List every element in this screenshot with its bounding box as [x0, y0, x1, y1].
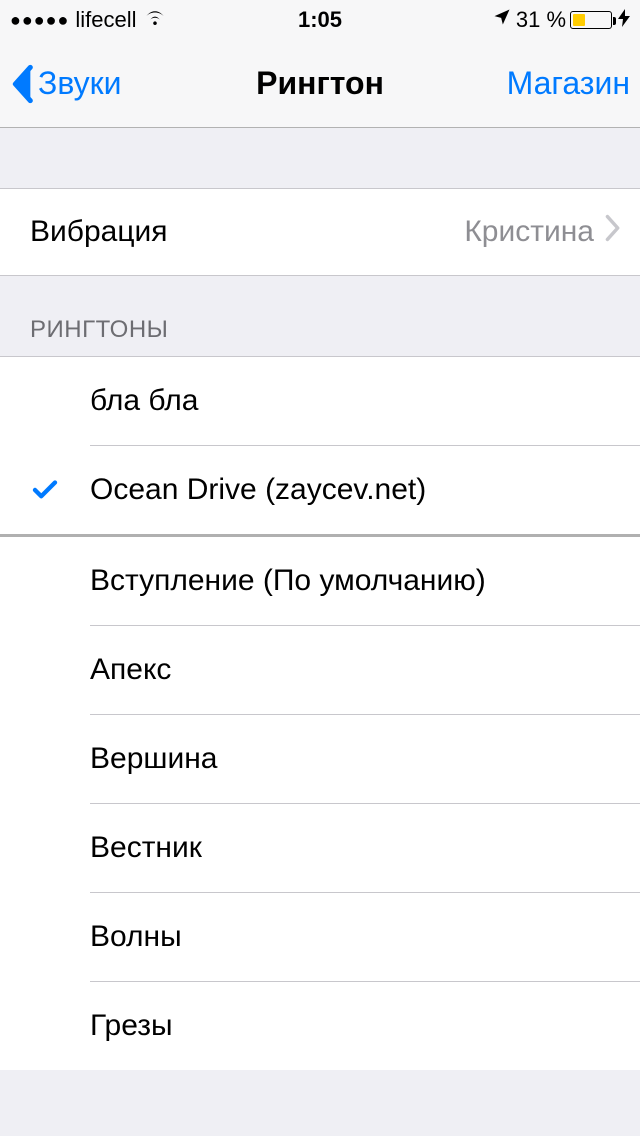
ringtone-label: Ocean Drive (zaycev.net) [90, 473, 620, 507]
ringtone-row-system-4[interactable]: Волны [0, 893, 640, 981]
ringtone-row-custom-1[interactable]: Ocean Drive (zaycev.net) [0, 446, 640, 534]
ringtone-label: Волны [90, 920, 620, 954]
navigation-bar: Звуки Рингтон Магазин [0, 40, 640, 128]
ringtone-row-system-3[interactable]: Вестник [0, 804, 640, 892]
battery-icon [570, 11, 612, 29]
checkmark-slot [0, 475, 90, 505]
chevron-left-icon [10, 64, 34, 104]
back-label: Звуки [38, 65, 122, 102]
charging-icon [618, 9, 630, 32]
ringtone-label: бла бла [90, 384, 620, 418]
ringtone-row-custom-0[interactable]: бла бла [0, 357, 640, 445]
signal-strength-icon: ●●●●● [10, 10, 69, 31]
ringtone-label: Вестник [90, 831, 620, 865]
checkmark-icon [30, 475, 60, 505]
chevron-right-icon [604, 214, 620, 250]
status-right: 31 % [342, 7, 630, 33]
vibration-row[interactable]: Вибрация Кристина [0, 188, 640, 276]
ringtones-section-header: РИНГТОНЫ [0, 276, 640, 356]
back-button[interactable]: Звуки [10, 64, 122, 104]
battery-fill [573, 14, 585, 26]
store-button[interactable]: Магазин [507, 65, 630, 102]
ringtone-row-system-1[interactable]: Апекс [0, 626, 640, 714]
vibration-label: Вибрация [30, 215, 464, 249]
battery-percent-label: 31 % [516, 7, 566, 33]
ringtone-label: Вершина [90, 742, 620, 776]
ringtone-row-system-0[interactable]: Вступление (По умолчанию) [0, 537, 640, 625]
status-time: 1:05 [298, 7, 342, 33]
carrier-label: lifecell [75, 7, 136, 33]
status-bar: ●●●●● lifecell 1:05 31 % [0, 0, 640, 40]
ringtone-label: Грезы [90, 1009, 620, 1043]
ringtone-row-system-5[interactable]: Грезы [0, 982, 640, 1070]
wifi-icon [143, 5, 167, 35]
ringtone-label: Апекс [90, 653, 620, 687]
ringtones-list: бла бла Ocean Drive (zaycev.net) Вступлени… [0, 356, 640, 1070]
ringtone-label: Вступление (По умолчанию) [90, 564, 620, 598]
vibration-value: Кристина [464, 215, 594, 249]
ringtone-row-system-2[interactable]: Вершина [0, 715, 640, 803]
location-icon [492, 7, 512, 33]
status-left: ●●●●● lifecell [10, 5, 298, 35]
